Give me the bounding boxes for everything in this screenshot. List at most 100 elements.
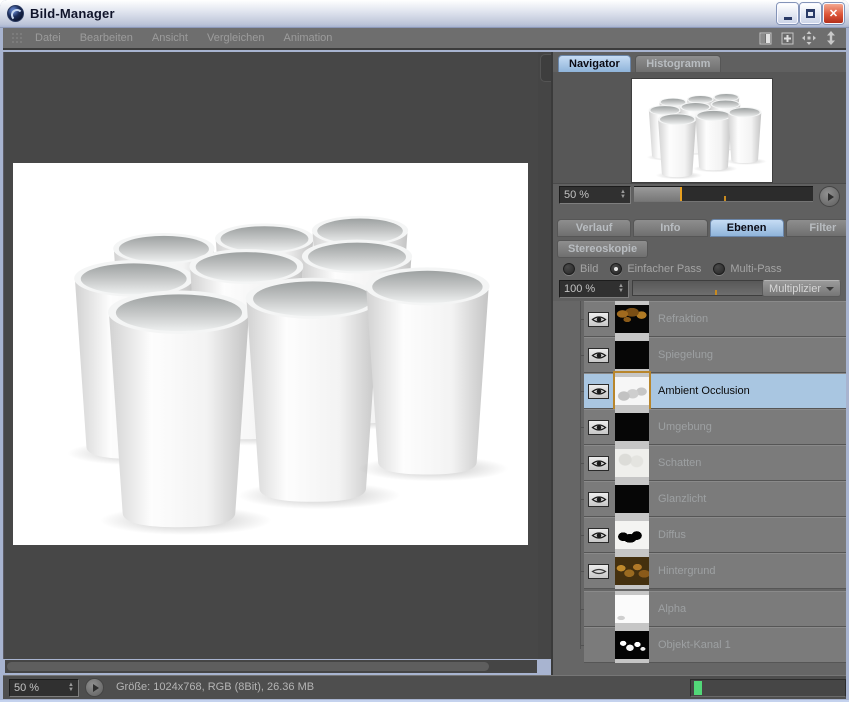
tab-ebenen[interactable]: Ebenen bbox=[710, 219, 784, 237]
layer-name: Schatten bbox=[658, 457, 701, 469]
menu-bar: Datei Bearbeiten Ansicht Vergleichen Ani… bbox=[3, 28, 846, 50]
mode-multi-pass[interactable]: Multi-Pass bbox=[713, 263, 781, 275]
tab-verlauf[interactable]: Verlauf bbox=[557, 219, 631, 237]
menu-datei[interactable]: Datei bbox=[35, 32, 61, 44]
layer-thumbnail[interactable] bbox=[615, 517, 649, 553]
maximize-icon bbox=[806, 9, 815, 18]
navigator-thumbnail[interactable] bbox=[632, 79, 772, 182]
play-icon bbox=[93, 684, 99, 692]
layer-thumbnail[interactable] bbox=[615, 553, 649, 589]
mode-multi-pass-label: Multi-Pass bbox=[730, 263, 781, 275]
spinner-arrows-icon[interactable]: ▲▼ bbox=[618, 284, 624, 294]
radio-bild-icon[interactable] bbox=[563, 263, 575, 275]
navigator-preview-area bbox=[553, 72, 846, 184]
layer-name: Spiegelung bbox=[658, 349, 713, 361]
spinner-arrows-icon[interactable]: ▲▼ bbox=[68, 683, 74, 693]
image-canvas[interactable] bbox=[3, 52, 538, 659]
eye-open-icon bbox=[591, 422, 607, 433]
title-bar[interactable]: Bild-Manager ✕ bbox=[0, 0, 849, 28]
statusbar-zoom-value: 50 % bbox=[14, 682, 68, 694]
multiplier-dropdown[interactable]: Multiplizier bbox=[762, 280, 841, 297]
radio-einfacher-pass-icon[interactable] bbox=[610, 263, 622, 275]
layer-visibility-toggle[interactable] bbox=[588, 528, 609, 543]
layer-name: Refraktion bbox=[658, 313, 708, 325]
horizontal-scrollbar-thumb[interactable] bbox=[7, 662, 489, 671]
eye-open-icon bbox=[591, 314, 607, 325]
eye-closed-icon bbox=[591, 566, 607, 577]
tab-navigator[interactable]: Navigator bbox=[558, 55, 631, 73]
layer-row[interactable]: Hintergrund bbox=[584, 553, 846, 589]
layer-row[interactable]: Alpha bbox=[584, 591, 846, 627]
layer-thumbnail[interactable] bbox=[615, 337, 649, 373]
eye-open-icon bbox=[591, 386, 607, 397]
menu-animation[interactable]: Animation bbox=[283, 32, 332, 44]
menu-bearbeiten[interactable]: Bearbeiten bbox=[80, 32, 133, 44]
navigator-zoom-field[interactable]: 50 % ▲▼ bbox=[559, 186, 631, 204]
tab-filter[interactable]: Filter bbox=[786, 219, 846, 237]
mode-bild-label: Bild bbox=[580, 263, 598, 275]
picture-viewer-window: Bild-Manager ✕ Datei Bearbeiten Ansicht … bbox=[0, 0, 849, 702]
split-view-icon[interactable] bbox=[758, 31, 772, 45]
right-panel: Navigator Histogramm 50 % ▲▼ Verlauf Inf… bbox=[551, 52, 846, 675]
layer-row[interactable]: Glanzlicht bbox=[584, 481, 846, 517]
render-progress-bar bbox=[690, 679, 846, 697]
layer-visibility-toggle[interactable] bbox=[588, 312, 609, 327]
statusbar-zoom-field[interactable]: 50 % ▲▼ bbox=[9, 679, 79, 697]
mode-bild[interactable]: Bild bbox=[563, 263, 598, 275]
minimize-icon bbox=[784, 17, 792, 20]
scroll-view-icon[interactable] bbox=[824, 31, 838, 45]
mode-einfacher-pass-label: Einfacher Pass bbox=[627, 263, 701, 275]
layer-row[interactable]: Spiegelung bbox=[584, 337, 846, 373]
mode-einfacher-pass[interactable]: Einfacher Pass bbox=[610, 263, 701, 275]
image-size-info: Größe: 1024x768, RGB (8Bit), 26.36 MB bbox=[116, 681, 314, 693]
tab-info[interactable]: Info bbox=[633, 219, 707, 237]
spinner-arrows-icon[interactable]: ▲▼ bbox=[620, 190, 626, 200]
layer-name: Diffus bbox=[658, 529, 686, 541]
render-progress-fill bbox=[694, 681, 702, 695]
radio-multi-pass-icon[interactable] bbox=[713, 263, 725, 275]
maximize-button[interactable] bbox=[800, 3, 821, 24]
layer-thumbnail[interactable] bbox=[615, 481, 649, 517]
new-window-icon[interactable] bbox=[780, 31, 794, 45]
layer-row[interactable]: Umgebung bbox=[584, 409, 846, 445]
layer-thumbnail[interactable] bbox=[615, 373, 649, 409]
minimize-button[interactable] bbox=[777, 3, 798, 24]
close-icon: ✕ bbox=[829, 7, 838, 20]
drag-grip-icon[interactable] bbox=[11, 32, 23, 44]
tab-stereoskopie[interactable]: Stereoskopie bbox=[557, 240, 648, 258]
navigator-play-button[interactable] bbox=[819, 186, 840, 207]
navigator-zoom-slider[interactable] bbox=[634, 186, 813, 202]
layer-thumbnail[interactable] bbox=[615, 591, 649, 627]
eye-open-icon bbox=[591, 458, 607, 469]
layer-visibility-toggle[interactable] bbox=[588, 456, 609, 471]
layer-name: Umgebung bbox=[658, 421, 712, 433]
pan-view-icon[interactable] bbox=[802, 31, 816, 45]
layer-visibility-toggle[interactable] bbox=[588, 384, 609, 399]
layer-row[interactable]: Refraktion bbox=[584, 301, 846, 337]
menu-vergleichen[interactable]: Vergleichen bbox=[207, 32, 265, 44]
vertical-scrollbar[interactable] bbox=[538, 52, 551, 659]
layer-row[interactable]: Schatten bbox=[584, 445, 846, 481]
layer-opacity-value: 100 % bbox=[564, 283, 618, 295]
layer-row[interactable]: Objekt-Kanal 1 bbox=[584, 627, 846, 663]
horizontal-scrollbar[interactable] bbox=[5, 660, 537, 673]
layer-thumbnail[interactable] bbox=[615, 627, 649, 663]
layer-visibility-toggle[interactable] bbox=[588, 564, 609, 579]
statusbar-play-button[interactable] bbox=[85, 678, 104, 697]
layer-visibility-toggle[interactable] bbox=[588, 420, 609, 435]
layer-thumbnail[interactable] bbox=[615, 409, 649, 445]
window-title: Bild-Manager bbox=[30, 6, 115, 21]
layer-name: Alpha bbox=[658, 603, 686, 615]
layer-thumbnail[interactable] bbox=[615, 301, 649, 337]
layer-visibility-toggle[interactable] bbox=[588, 492, 609, 507]
tab-histogramm[interactable]: Histogramm bbox=[635, 55, 721, 73]
layer-thumbnail[interactable] bbox=[615, 445, 649, 481]
layer-row[interactable]: Diffus bbox=[584, 517, 846, 553]
status-bar: 50 % ▲▼ Größe: 1024x768, RGB (8Bit), 26.… bbox=[3, 675, 846, 699]
layer-visibility-toggle[interactable] bbox=[588, 348, 609, 363]
menu-ansicht[interactable]: Ansicht bbox=[152, 32, 188, 44]
layer-row[interactable]: Ambient Occlusion bbox=[584, 373, 846, 409]
multiplier-label: Multiplizier bbox=[769, 283, 821, 295]
close-button[interactable]: ✕ bbox=[823, 3, 844, 24]
layer-opacity-field[interactable]: 100 % ▲▼ bbox=[559, 280, 629, 298]
